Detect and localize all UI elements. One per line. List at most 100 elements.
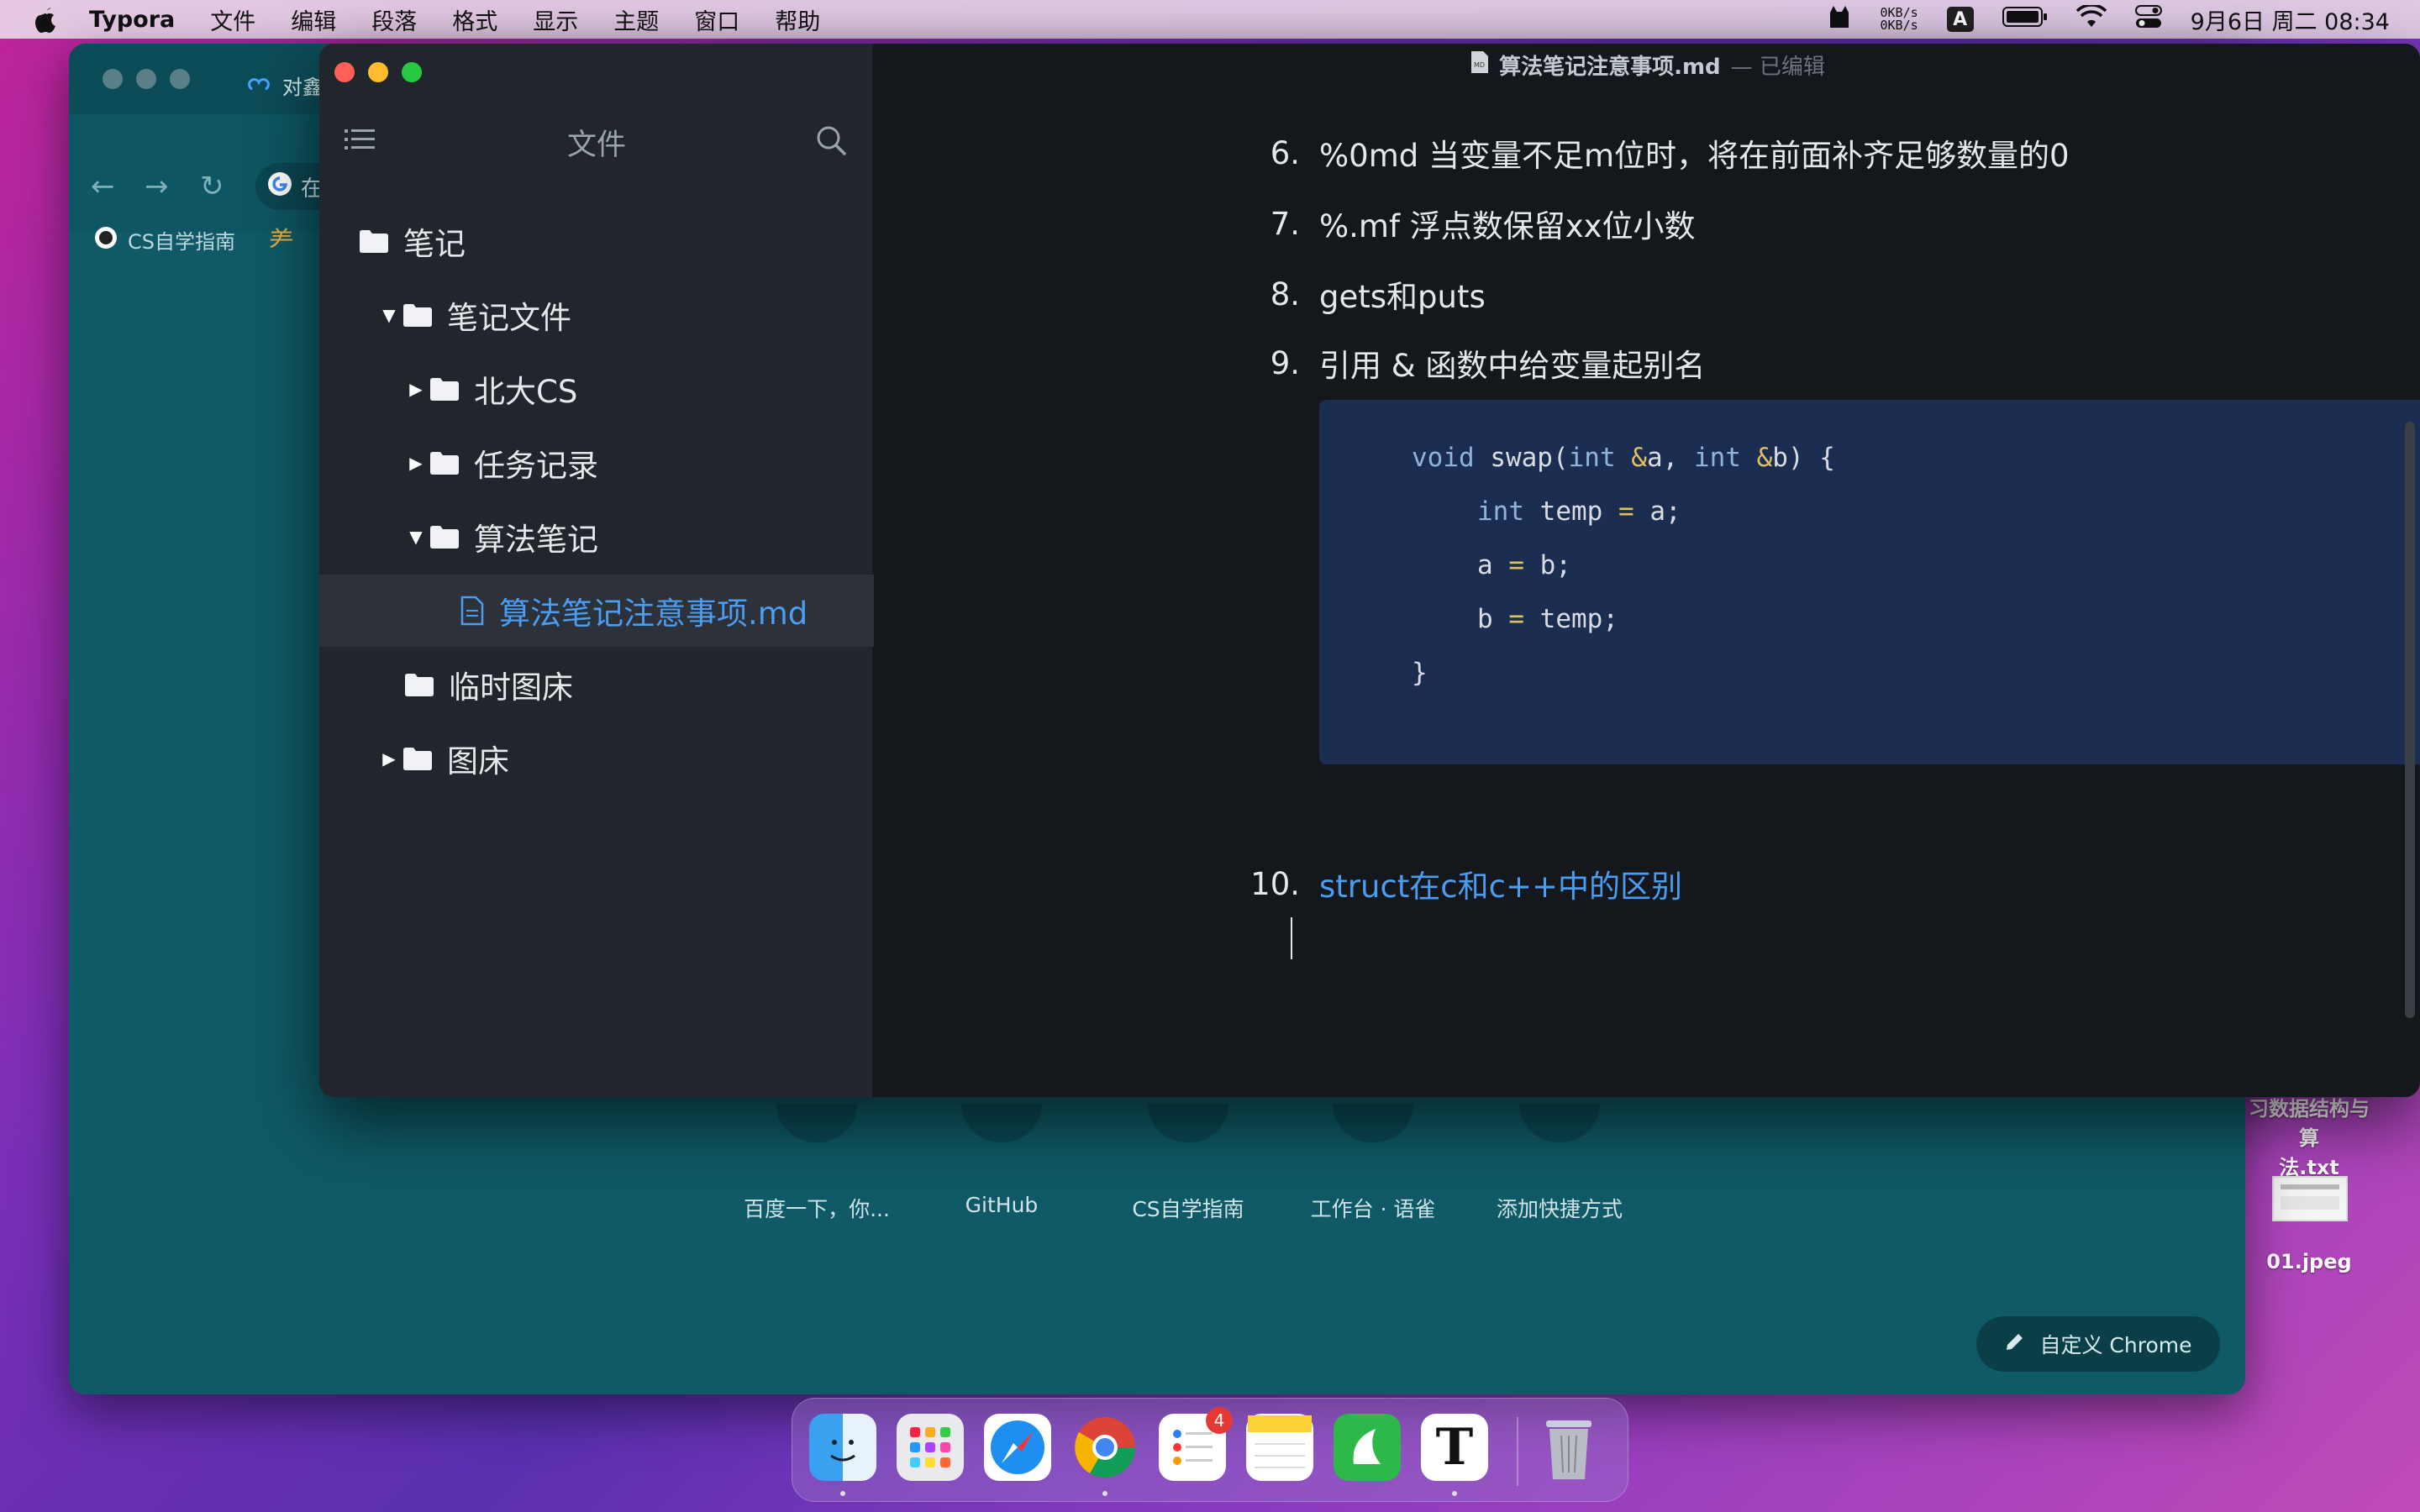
customize-chrome-label: 自定义 Chrome [2039,1333,2192,1357]
tree-item-notes[interactable]: 笔记 [319,205,874,277]
code-token: = [1508,550,1524,580]
cat-status-icon[interactable] [1827,4,1852,35]
menu-file[interactable]: 文件 [210,3,255,36]
expanded-arrow-icon[interactable]: ▼ [407,527,425,547]
back-icon[interactable]: ← [91,170,115,203]
shortcut-tile-yuque[interactable] [1333,1104,1413,1142]
typora-zoom-button[interactable] [402,62,422,82]
desktop-file-txt-label[interactable]: 习数据结构与算 法.txt [2242,1092,2376,1180]
typora-window[interactable]: 文件 笔记 ▼ 笔记文件 ▶ 北大CS ▶ 任务记录 ▼ 算法笔记 算法笔记注意… [319,44,2420,1097]
collapsed-arrow-icon[interactable]: ▶ [407,453,425,473]
wifi-icon[interactable] [2075,3,2107,34]
shortcut-label-baidu[interactable]: 百度一下，你... [733,1193,901,1223]
shortcut-tile-baidu[interactable] [776,1104,857,1142]
menu-help[interactable]: 帮助 [775,3,820,36]
tree-item-label: 临时图床 [449,669,573,706]
tree-item-images[interactable]: ▶ 图床 [319,722,874,795]
menu-paragraph[interactable]: 段落 [371,3,417,36]
menu-format[interactable]: 格式 [452,3,497,36]
code-token: & [1615,443,1647,473]
code-line-1: void swap(int &a, int &b) { [1412,437,1835,479]
list-item-6[interactable]: 6. %0md 当变量不足m位时，将在前面补齐足够数量的0 [876,128,2420,178]
chrome-icon[interactable] [1071,1414,1139,1481]
typora-dock-icon[interactable]: T [1421,1414,1488,1481]
chrome-tab[interactable]: 对鑫 [245,71,323,100]
apple-menu-icon[interactable] [34,5,59,34]
code-token: & [1740,443,1773,473]
shortcut-tile-add[interactable] [1519,1104,1600,1142]
code-token: = [1508,604,1524,634]
notes-icon[interactable] [1246,1414,1313,1481]
expanded-arrow-icon[interactable]: ▼ [380,305,398,325]
tree-item-temp-images[interactable]: 临时图床 [319,648,874,721]
menu-bar: Typora 文件 编辑 段落 格式 显示 主题 窗口 帮助 0KB/s 0KB… [0,0,2420,39]
tree-item-label: 算法笔记 [474,522,598,558]
menu-window[interactable]: 窗口 [694,3,739,36]
code-token: b; [1524,550,1571,580]
control-center-icon[interactable] [2134,4,2162,35]
editor-scrollbar[interactable] [2405,422,2415,1018]
battery-icon[interactable] [2002,6,2048,34]
list-text: %.mf 浮点数保留xx位小数 [1319,208,1696,244]
code-token: int [1693,443,1741,473]
customize-chrome-button[interactable]: 自定义 Chrome [1976,1316,2220,1372]
bookmark-cs-guide[interactable]: CS自学指南 [94,225,235,255]
reload-icon[interactable]: ↻ [200,170,224,203]
running-indicator [1452,1491,1457,1496]
input-method-icon[interactable]: A [1946,7,1974,32]
finder-icon[interactable] [809,1414,876,1481]
code-token: a [1477,550,1509,580]
forward-icon[interactable]: → [145,170,169,203]
collapsed-arrow-icon[interactable]: ▶ [407,379,425,399]
tree-item-current-file[interactable]: 算法笔记注意事项.md [319,575,874,647]
list-item-7[interactable]: 7. %.mf 浮点数保留xx位小数 [876,198,2420,249]
tree-item-task-log[interactable]: ▶ 任务记录 [319,427,874,499]
code-token: = [1618,496,1634,527]
code-token: a, [1646,443,1694,473]
list-item-10[interactable]: 10. struct在c和c++中的区别 [876,858,2420,909]
bookmark-favicon-icon [94,226,118,255]
code-line-3: a = b; [1477,544,1571,586]
launchpad-icon[interactable] [897,1414,964,1481]
menu-edit[interactable]: 编辑 [291,3,336,36]
list-text-link[interactable]: struct在c和c++中的区别 [1319,861,1682,906]
menu-theme[interactable]: 主题 [613,3,659,36]
reminders-icon[interactable]: 4 [1159,1407,1233,1481]
typora-close-button[interactable] [334,62,355,82]
code-block[interactable]: void swap(int &a, int &b) { int temp = a… [1319,400,2420,764]
app-name-menu[interactable]: Typora [89,7,175,33]
net-down-text: 0KB/s [1880,18,1918,33]
tree-item-pku-cs[interactable]: ▶ 北大CS [319,353,874,425]
list-item-8[interactable]: 8. gets和puts [876,269,2420,319]
shortcut-label-github[interactable]: GitHub [918,1193,1086,1217]
search-icon[interactable] [815,124,849,161]
typora-minimize-button[interactable] [368,62,388,82]
network-speed[interactable]: 0KB/s 0KB/s [1881,7,1918,32]
markdown-file-icon: MD [1470,50,1489,80]
list-number: 7. [1270,205,1300,242]
chrome-close-button[interactable] [103,69,123,89]
editor-pane[interactable]: MD 算法笔记注意事项.md — 已编辑 6. %0md 当变量不足m位时，将在… [876,44,2420,1097]
desktop-file-jpeg-thumbnail[interactable] [2272,1176,2348,1221]
desktop-file-jpeg-label[interactable]: 01.jpeg [2242,1250,2376,1273]
tree-item-note-files[interactable]: ▼ 笔记文件 [319,279,874,351]
app-green-icon[interactable] [1334,1414,1401,1481]
collapsed-arrow-icon[interactable]: ▶ [380,748,398,769]
trash-icon[interactable] [1535,1414,1602,1481]
bookmark-2-favicon-icon[interactable]: ⺶ [269,220,294,257]
shortcut-tile-csguide[interactable] [1148,1104,1228,1142]
shortcut-label-csguide[interactable]: CS自学指南 [1104,1193,1272,1223]
google-icon [267,171,292,202]
shortcut-tile-github[interactable] [961,1104,1042,1142]
chrome-zoom-button[interactable] [170,69,190,89]
list-item-9[interactable]: 9. 引用 & 函数中给变量起别名 [876,338,2420,388]
sidebar-header: 文件 [319,121,874,171]
shortcut-label-add[interactable]: 添加快捷方式 [1476,1193,1644,1223]
folder-icon [403,747,432,770]
safari-icon[interactable] [984,1414,1051,1481]
shortcut-label-yuque[interactable]: 工作台 · 语雀 [1289,1193,1457,1223]
tree-item-algo-notes[interactable]: ▼ 算法笔记 [319,501,874,573]
chrome-minimize-button[interactable] [136,69,156,89]
menu-view[interactable]: 显示 [533,3,578,36]
clock[interactable]: 9月6日 周二 08:34 [2191,3,2390,36]
